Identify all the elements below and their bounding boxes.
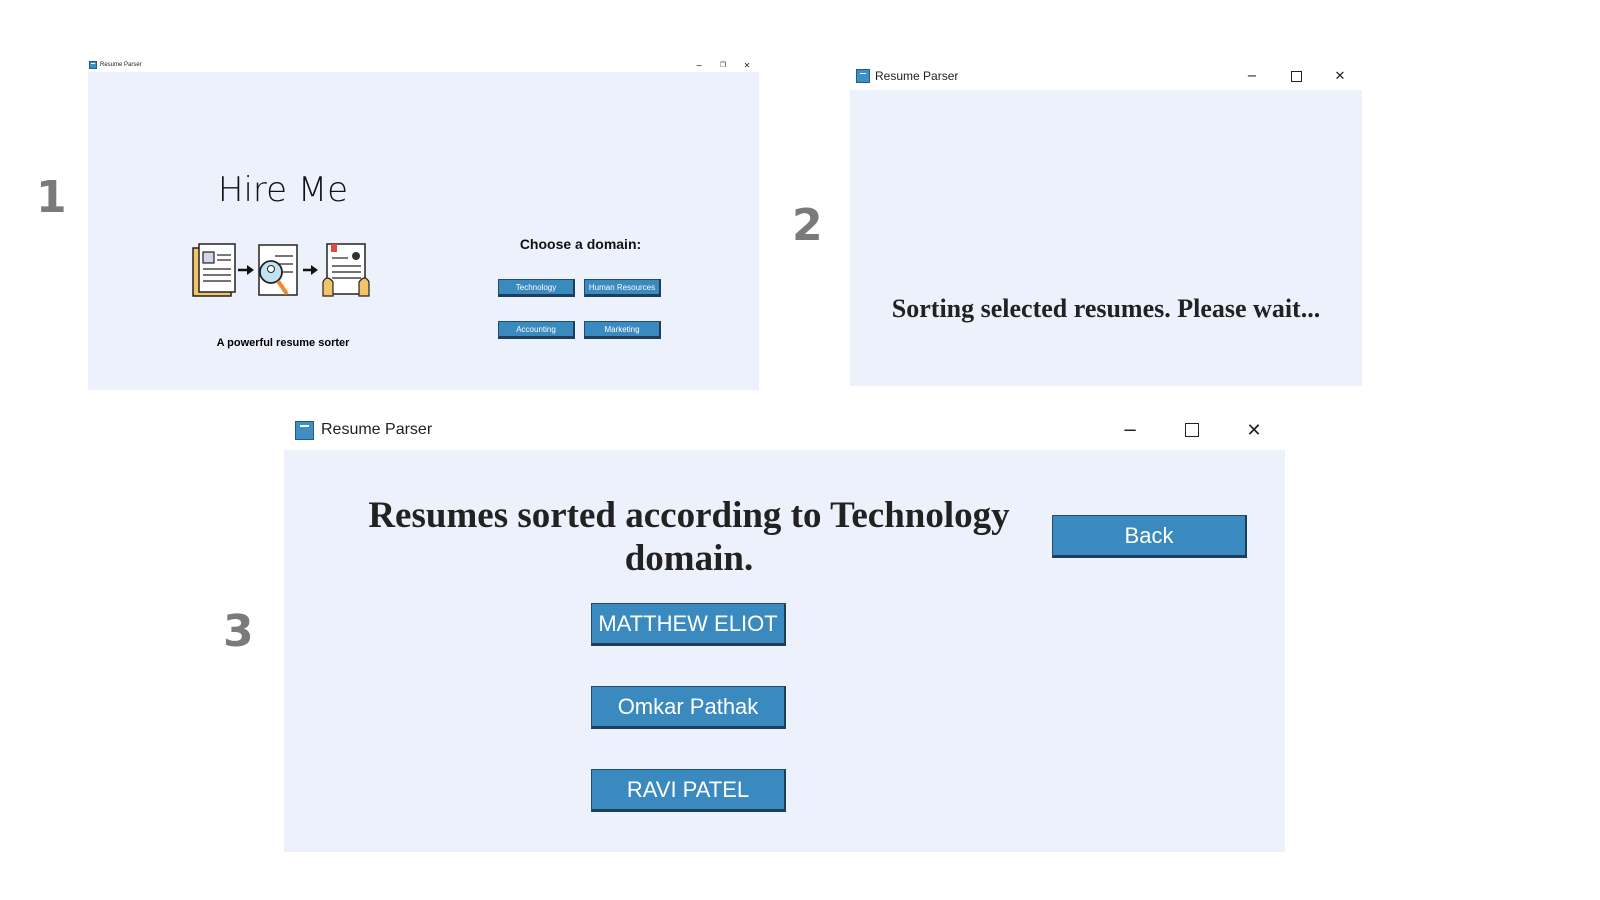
client-area: Sorting selected resumes. Please wait... — [850, 90, 1362, 386]
window-title: Resume Parser — [875, 69, 959, 83]
results-heading: Resumes sorted according to Technology d… — [368, 495, 1010, 579]
minimize-icon[interactable]: − — [1099, 420, 1161, 441]
window-controls: − ❐ ✕ — [687, 58, 759, 72]
window-title: Resume Parser — [321, 421, 433, 438]
domain-button-technology[interactable]: Technology — [498, 279, 575, 297]
candidate-button-1[interactable]: MATTHEW ELIOT — [591, 603, 786, 646]
sorting-status-text: Sorting selected resumes. Please wait... — [891, 294, 1321, 323]
resume-document-icon — [192, 243, 236, 297]
title-bar: Resume Parser − ✕ — [284, 410, 1285, 450]
close-icon[interactable]: ✕ — [1318, 69, 1362, 84]
maximize-icon[interactable] — [1161, 423, 1223, 437]
resume-process-illustration — [192, 243, 370, 297]
title-bar: Resume Parser − ❐ ✕ — [88, 58, 759, 72]
back-button[interactable]: Back — [1052, 515, 1247, 558]
app-name: Hire Me — [217, 170, 349, 210]
candidate-profile-icon — [322, 243, 370, 297]
domain-button-marketing[interactable]: Marketing — [584, 321, 661, 339]
tagline: A powerful resume sorter — [216, 337, 350, 349]
client-area: Resumes sorted according to Technology d… — [284, 450, 1285, 852]
choose-domain-label: Choose a domain: — [519, 236, 642, 252]
app-icon — [89, 61, 97, 69]
window-sorting: Resume Parser − ✕ Sorting selected resum… — [850, 62, 1362, 386]
title-bar: Resume Parser − ✕ — [850, 62, 1362, 90]
minimize-icon[interactable]: − — [687, 61, 711, 70]
candidate-button-3[interactable]: RAVI PATEL — [591, 769, 786, 812]
window-results: Resume Parser − ✕ Resumes sorted accordi… — [284, 410, 1285, 852]
minimize-icon[interactable]: − — [1230, 69, 1274, 84]
restore-icon[interactable]: ❐ — [711, 61, 735, 69]
close-icon[interactable]: ✕ — [735, 61, 759, 70]
domain-button-human-resources[interactable]: Human Resources — [584, 279, 661, 297]
step-number-1: 1 — [36, 172, 67, 223]
client-area: Hire Me A powerful resume sorter Choose … — [88, 72, 759, 390]
app-icon — [856, 69, 870, 83]
candidate-button-2[interactable]: Omkar Pathak — [591, 686, 786, 729]
close-icon[interactable]: ✕ — [1223, 420, 1285, 441]
arrow-right-icon — [303, 265, 318, 275]
maximize-icon[interactable] — [1274, 70, 1318, 82]
step-number-3: 3 — [223, 606, 254, 657]
step-number-2: 2 — [792, 200, 823, 251]
app-icon — [295, 420, 314, 440]
window-title: Resume Parser — [100, 62, 142, 68]
window-home: Resume Parser − ❐ ✕ Hire Me A powerful r… — [88, 58, 759, 390]
window-controls: − ✕ — [1230, 62, 1362, 90]
domain-button-accounting[interactable]: Accounting — [498, 321, 575, 339]
window-controls: − ✕ — [1099, 410, 1285, 450]
magnifier-icon — [258, 244, 298, 296]
arrow-right-icon — [238, 265, 254, 275]
